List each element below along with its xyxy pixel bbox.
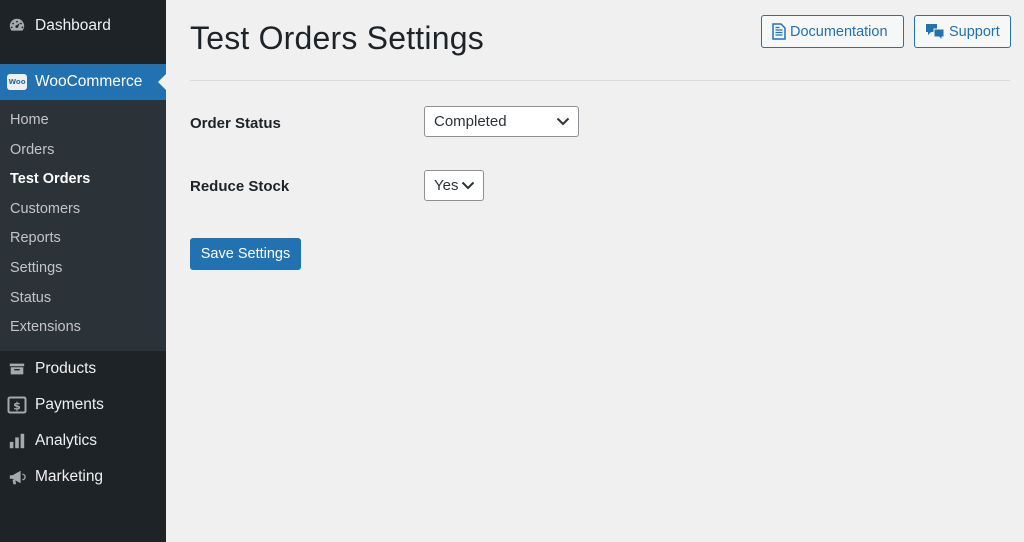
marketing-icon [6,466,28,488]
chevron-down-icon [556,117,570,126]
submenu-test-orders[interactable]: Test Orders [0,165,166,195]
sidebar-lower-menu: Products $ Payments Analytics Marketing [0,351,166,495]
submenu-customers[interactable]: Customers [0,195,166,225]
menu-dashboard[interactable]: Dashboard [0,8,166,44]
woocommerce-icon: Woo [6,71,28,93]
svg-text:$: $ [13,399,21,412]
support-chat-icon [925,23,945,41]
submenu-extensions[interactable]: Extensions [0,313,166,343]
submenu-home[interactable]: Home [0,106,166,136]
menu-products[interactable]: Products [0,351,166,387]
submenu-orders[interactable]: Orders [0,136,166,166]
support-button[interactable]: Support [914,15,1011,48]
payments-icon: $ [6,394,28,416]
products-icon [6,358,28,380]
analytics-icon [6,430,28,452]
header-divider [190,80,1010,81]
reduce-stock-value: Yes [434,177,459,194]
order-status-label: Order Status [190,115,281,132]
order-status-value: Completed [434,113,507,130]
submenu-status[interactable]: Status [0,284,166,314]
documentation-button[interactable]: Documentation [761,15,904,48]
menu-woocommerce-label: WooCommerce [35,73,143,90]
page-title: Test Orders Settings [190,20,484,56]
support-label: Support [949,23,1000,40]
menu-woocommerce[interactable]: Woo WooCommerce [0,64,166,100]
dashboard-icon [6,15,28,37]
save-settings-button[interactable]: Save Settings [190,238,301,270]
menu-analytics[interactable]: Analytics [0,423,166,459]
menu-products-label: Products [35,359,97,377]
order-status-select[interactable]: Completed [424,106,579,137]
menu-dashboard-label: Dashboard [35,17,111,34]
menu-payments-label: Payments [35,395,104,413]
menu-marketing-label: Marketing [35,467,104,485]
menu-marketing[interactable]: Marketing [0,459,166,495]
reduce-stock-select[interactable]: Yes [424,170,484,201]
documentation-label: Documentation [790,23,888,40]
menu-analytics-label: Analytics [35,431,98,449]
submenu-settings[interactable]: Settings [0,254,166,284]
chevron-down-icon [461,181,475,190]
admin-sidebar: Dashboard Woo WooCommerce Home Orders Te… [0,0,166,542]
woocommerce-submenu: Home Orders Test Orders Customers Report… [0,100,166,351]
menu-payments[interactable]: $ Payments [0,387,166,423]
submenu-reports[interactable]: Reports [0,224,166,254]
document-icon [772,23,786,40]
reduce-stock-label: Reduce Stock [190,178,290,195]
